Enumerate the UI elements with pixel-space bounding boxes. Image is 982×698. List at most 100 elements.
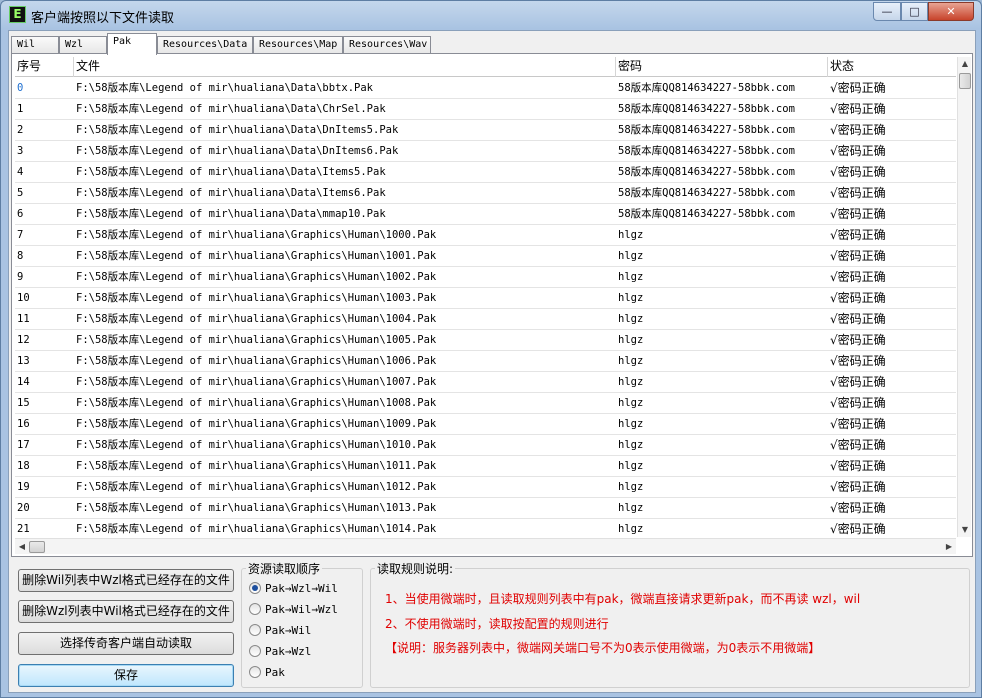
radio-icon[interactable] [249, 645, 261, 657]
cell-password: hlgz [618, 460, 644, 472]
cell-password: hlgz [618, 502, 644, 514]
scroll-right-arrow-icon[interactable]: ▶ [942, 540, 956, 554]
vertical-scrollbar[interactable]: ▲ ▼ [957, 57, 971, 537]
table-row[interactable]: 3 F:\58版本库\Legend of mir\hualiana\Data\Dn… [15, 141, 956, 162]
cell-status: √密码正确 [830, 459, 886, 473]
cell-file: F:\58版本库\Legend of mir\hualiana\Data\Ite… [76, 187, 386, 199]
order-option-3[interactable]: Pak→Wzl [249, 644, 311, 660]
order-option-4[interactable]: Pak [249, 665, 285, 681]
title-bar[interactable]: E 客户端按照以下文件读取 — □ ✕ [1, 1, 981, 29]
table-row[interactable]: 15 F:\58版本库\Legend of mir\hualiana\Graphi… [15, 393, 956, 414]
table-row[interactable]: 11 F:\58版本库\Legend of mir\hualiana\Graphi… [15, 309, 956, 330]
cell-index: 16 [17, 418, 30, 430]
cell-password: hlgz [618, 313, 644, 325]
cell-password: 58版本库QQ814634227-58bbk.com [618, 208, 795, 220]
cell-index: 4 [17, 166, 24, 178]
order-option-0[interactable]: Pak→Wzl→Wil [249, 581, 338, 597]
cell-index: 15 [17, 397, 30, 409]
horizontal-scrollbar[interactable]: ◀ ▶ [15, 538, 956, 554]
cell-file: F:\58版本库\Legend of mir\hualiana\Graphics… [76, 439, 437, 451]
column-header-file[interactable]: 文件 [74, 57, 616, 77]
table-row[interactable]: 13 F:\58版本库\Legend of mir\hualiana\Graphi… [15, 351, 956, 372]
vertical-scroll-thumb[interactable] [959, 73, 971, 89]
table-row[interactable]: 2 F:\58版本库\Legend of mir\hualiana\Data\Dn… [15, 120, 956, 141]
cell-password: hlgz [618, 334, 644, 346]
cell-status: √密码正确 [830, 249, 886, 263]
cell-index: 20 [17, 502, 30, 514]
cell-index: 7 [17, 229, 24, 241]
tab-resources-wav[interactable]: Resources\Wav [343, 36, 431, 54]
window-title: 客户端按照以下文件读取 [31, 11, 175, 26]
cell-index: 3 [17, 145, 24, 157]
cell-index: 13 [17, 355, 30, 367]
table-row[interactable]: 21 F:\58版本库\Legend of mir\hualiana\Graphi… [15, 519, 956, 537]
tab-panel: 序号 文件 密码 状态 0 F:\58版本库\Legend of mir\hual… [11, 53, 973, 557]
column-header-status[interactable]: 状态 [828, 57, 956, 77]
delete-wzl-button[interactable]: 删除Wzl列表中Wil格式已经存在的文件 [18, 600, 234, 623]
radio-icon[interactable] [249, 603, 261, 615]
tab-wil[interactable]: Wil [11, 36, 59, 54]
cell-index: 1 [17, 103, 24, 115]
cell-index: 17 [17, 439, 30, 451]
cell-status: √密码正确 [830, 396, 886, 410]
tab-resources-map[interactable]: Resources\Map [253, 36, 343, 54]
cell-file: F:\58版本库\Legend of mir\hualiana\Graphics… [76, 502, 437, 514]
tab-wzl[interactable]: Wzl [59, 36, 107, 54]
horizontal-scroll-thumb[interactable] [29, 541, 45, 553]
cell-status: √密码正确 [830, 186, 886, 200]
rules-group: 读取规则说明: 1、当使用微端时，且读取规则列表中有pak，微端直接请求更新pa… [370, 560, 970, 688]
close-button[interactable]: ✕ [928, 2, 974, 21]
cell-password: hlgz [618, 523, 644, 535]
cell-status: √密码正确 [830, 312, 886, 326]
order-option-label: Pak→Wzl [265, 645, 312, 658]
table-row[interactable]: 19 F:\58版本库\Legend of mir\hualiana\Graphi… [15, 477, 956, 498]
table-row[interactable]: 16 F:\58版本库\Legend of mir\hualiana\Graphi… [15, 414, 956, 435]
table-row[interactable]: 8 F:\58版本库\Legend of mir\hualiana\Graphic… [15, 246, 956, 267]
table-row[interactable]: 18 F:\58版本库\Legend of mir\hualiana\Graphi… [15, 456, 956, 477]
radio-icon[interactable] [249, 582, 261, 594]
table-row[interactable]: 9 F:\58版本库\Legend of mir\hualiana\Graphic… [15, 267, 956, 288]
scroll-down-arrow-icon[interactable]: ▼ [958, 523, 972, 537]
minimize-button[interactable]: — [873, 2, 901, 21]
select-client-button[interactable]: 选择传奇客户端自动读取 [18, 632, 234, 655]
file-table[interactable]: 序号 文件 密码 状态 0 F:\58版本库\Legend of mir\hual… [15, 57, 956, 537]
cell-index: 6 [17, 208, 24, 220]
table-row[interactable]: 7 F:\58版本库\Legend of mir\hualiana\Graphic… [15, 225, 956, 246]
table-row[interactable]: 10 F:\58版本库\Legend of mir\hualiana\Graphi… [15, 288, 956, 309]
scroll-up-arrow-icon[interactable]: ▲ [958, 57, 972, 71]
cell-status: √密码正确 [830, 333, 886, 347]
tab-pak[interactable]: Pak [107, 33, 157, 55]
table-row[interactable]: 17 F:\58版本库\Legend of mir\hualiana\Graphi… [15, 435, 956, 456]
radio-icon[interactable] [249, 624, 261, 636]
table-row[interactable]: 4 F:\58版本库\Legend of mir\hualiana\Data\It… [15, 162, 956, 183]
order-option-1[interactable]: Pak→Wil→Wzl [249, 602, 338, 618]
cell-file: F:\58版本库\Legend of mir\hualiana\Data\Chr… [76, 103, 386, 115]
table-row[interactable]: 20 F:\58版本库\Legend of mir\hualiana\Graphi… [15, 498, 956, 519]
save-button[interactable]: 保存 [18, 664, 234, 687]
table-row[interactable]: 14 F:\58版本库\Legend of mir\hualiana\Graphi… [15, 372, 956, 393]
tab-resources-data[interactable]: Resources\Data [157, 36, 253, 54]
table-row[interactable]: 6 F:\58版本库\Legend of mir\hualiana\Data\mm… [15, 204, 956, 225]
table-row[interactable]: 1 F:\58版本库\Legend of mir\hualiana\Data\Ch… [15, 99, 956, 120]
cell-file: F:\58版本库\Legend of mir\hualiana\Data\DnI… [76, 145, 399, 157]
table-row[interactable]: 12 F:\58版本库\Legend of mir\hualiana\Graphi… [15, 330, 956, 351]
cell-status: √密码正确 [830, 375, 886, 389]
order-option-label: Pak→Wzl→Wil [265, 582, 338, 595]
app-icon: E [9, 6, 26, 23]
maximize-button[interactable]: □ [901, 2, 928, 21]
cell-file: F:\58版本库\Legend of mir\hualiana\Graphics… [76, 460, 437, 472]
cell-file: F:\58版本库\Legend of mir\hualiana\Data\DnI… [76, 124, 399, 136]
radio-icon[interactable] [249, 666, 261, 678]
cell-password: hlgz [618, 418, 644, 430]
cell-status: √密码正确 [830, 270, 886, 284]
cell-index: 11 [17, 313, 30, 325]
scroll-left-arrow-icon[interactable]: ◀ [15, 540, 29, 554]
cell-status: √密码正确 [830, 417, 886, 431]
column-header-password[interactable]: 密码 [616, 57, 828, 77]
delete-wil-button[interactable]: 删除Wil列表中Wzl格式已经存在的文件 [18, 569, 234, 592]
order-option-2[interactable]: Pak→Wil [249, 623, 311, 639]
cell-status: √密码正确 [830, 354, 886, 368]
table-row[interactable]: 0 F:\58版本库\Legend of mir\hualiana\Data\bb… [15, 78, 956, 99]
table-row[interactable]: 5 F:\58版本库\Legend of mir\hualiana\Data\It… [15, 183, 956, 204]
column-header-index[interactable]: 序号 [15, 57, 74, 77]
